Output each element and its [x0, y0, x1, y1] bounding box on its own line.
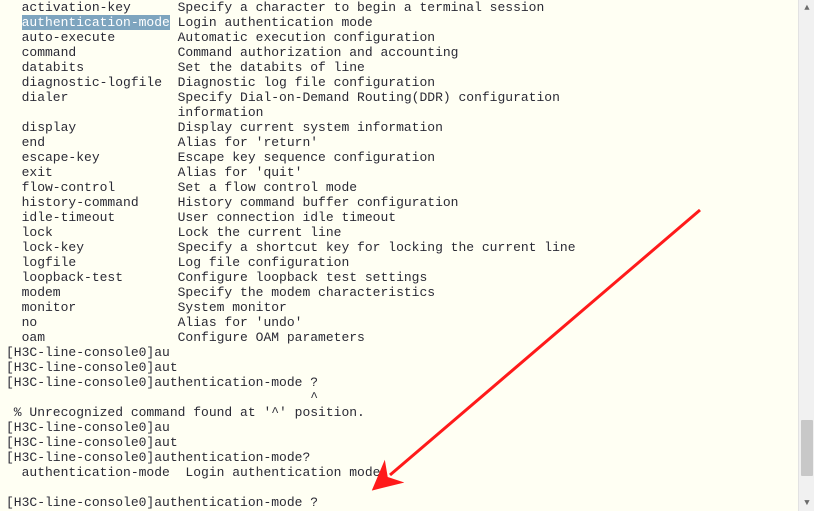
terminal-line: logfile Log file configuration: [6, 255, 798, 270]
terminal-line: [H3C-line-console0]authentication-mode ?: [6, 375, 798, 390]
terminal-viewport: activation-key Specify a character to be…: [0, 0, 814, 511]
terminal-line: [H3C-line-console0]aut: [6, 360, 798, 375]
terminal-line: [H3C-line-console0]aut: [6, 435, 798, 450]
terminal-line: display Display current system informati…: [6, 120, 798, 135]
terminal-line: diagnostic-logfile Diagnostic log file c…: [6, 75, 798, 90]
terminal-line: databits Set the databits of line: [6, 60, 798, 75]
scroll-down-button[interactable]: ▼: [799, 495, 814, 511]
chevron-down-icon: ▼: [804, 496, 809, 511]
terminal-line: authentication-mode Login authentication…: [6, 465, 798, 480]
terminal-line: no Alias for 'undo': [6, 315, 798, 330]
terminal-line: [H3C-line-console0]authentication-mode ?: [6, 495, 798, 510]
terminal-line: activation-key Specify a character to be…: [6, 0, 798, 15]
terminal-line: auto-execute Automatic execution configu…: [6, 30, 798, 45]
terminal-line: authentication-mode Login authentication…: [6, 15, 798, 30]
terminal-line: [H3C-line-console0]au: [6, 420, 798, 435]
terminal-line: idle-timeout User connection idle timeou…: [6, 210, 798, 225]
terminal-line: oam Configure OAM parameters: [6, 330, 798, 345]
terminal-output[interactable]: activation-key Specify a character to be…: [0, 0, 798, 511]
terminal-line: flow-control Set a flow control mode: [6, 180, 798, 195]
terminal-line: modem Specify the modem characteristics: [6, 285, 798, 300]
terminal-line: exit Alias for 'quit': [6, 165, 798, 180]
terminal-line: [6, 480, 798, 495]
terminal-line: lock Lock the current line: [6, 225, 798, 240]
chevron-up-icon: ▲: [804, 1, 809, 16]
scrollbar-thumb[interactable]: [801, 420, 813, 476]
scroll-up-button[interactable]: ▲: [799, 0, 814, 16]
terminal-line: % Unrecognized command found at '^' posi…: [6, 405, 798, 420]
terminal-line: ^: [6, 390, 798, 405]
terminal-line: history-command History command buffer c…: [6, 195, 798, 210]
terminal-line: lock-key Specify a shortcut key for lock…: [6, 240, 798, 255]
terminal-line: [H3C-line-console0]authentication-mode?: [6, 450, 798, 465]
terminal-line: monitor System monitor: [6, 300, 798, 315]
terminal-line: loopback-test Configure loopback test se…: [6, 270, 798, 285]
terminal-line: escape-key Escape key sequence configura…: [6, 150, 798, 165]
terminal-line: dialer Specify Dial-on-Demand Routing(DD…: [6, 90, 798, 105]
vertical-scrollbar[interactable]: ▲ ▼: [798, 0, 814, 511]
terminal-line: [H3C-line-console0]au: [6, 345, 798, 360]
terminal-line: end Alias for 'return': [6, 135, 798, 150]
terminal-line: command Command authorization and accoun…: [6, 45, 798, 60]
terminal-line: information: [6, 105, 798, 120]
highlighted-command: authentication-mode: [22, 15, 170, 30]
